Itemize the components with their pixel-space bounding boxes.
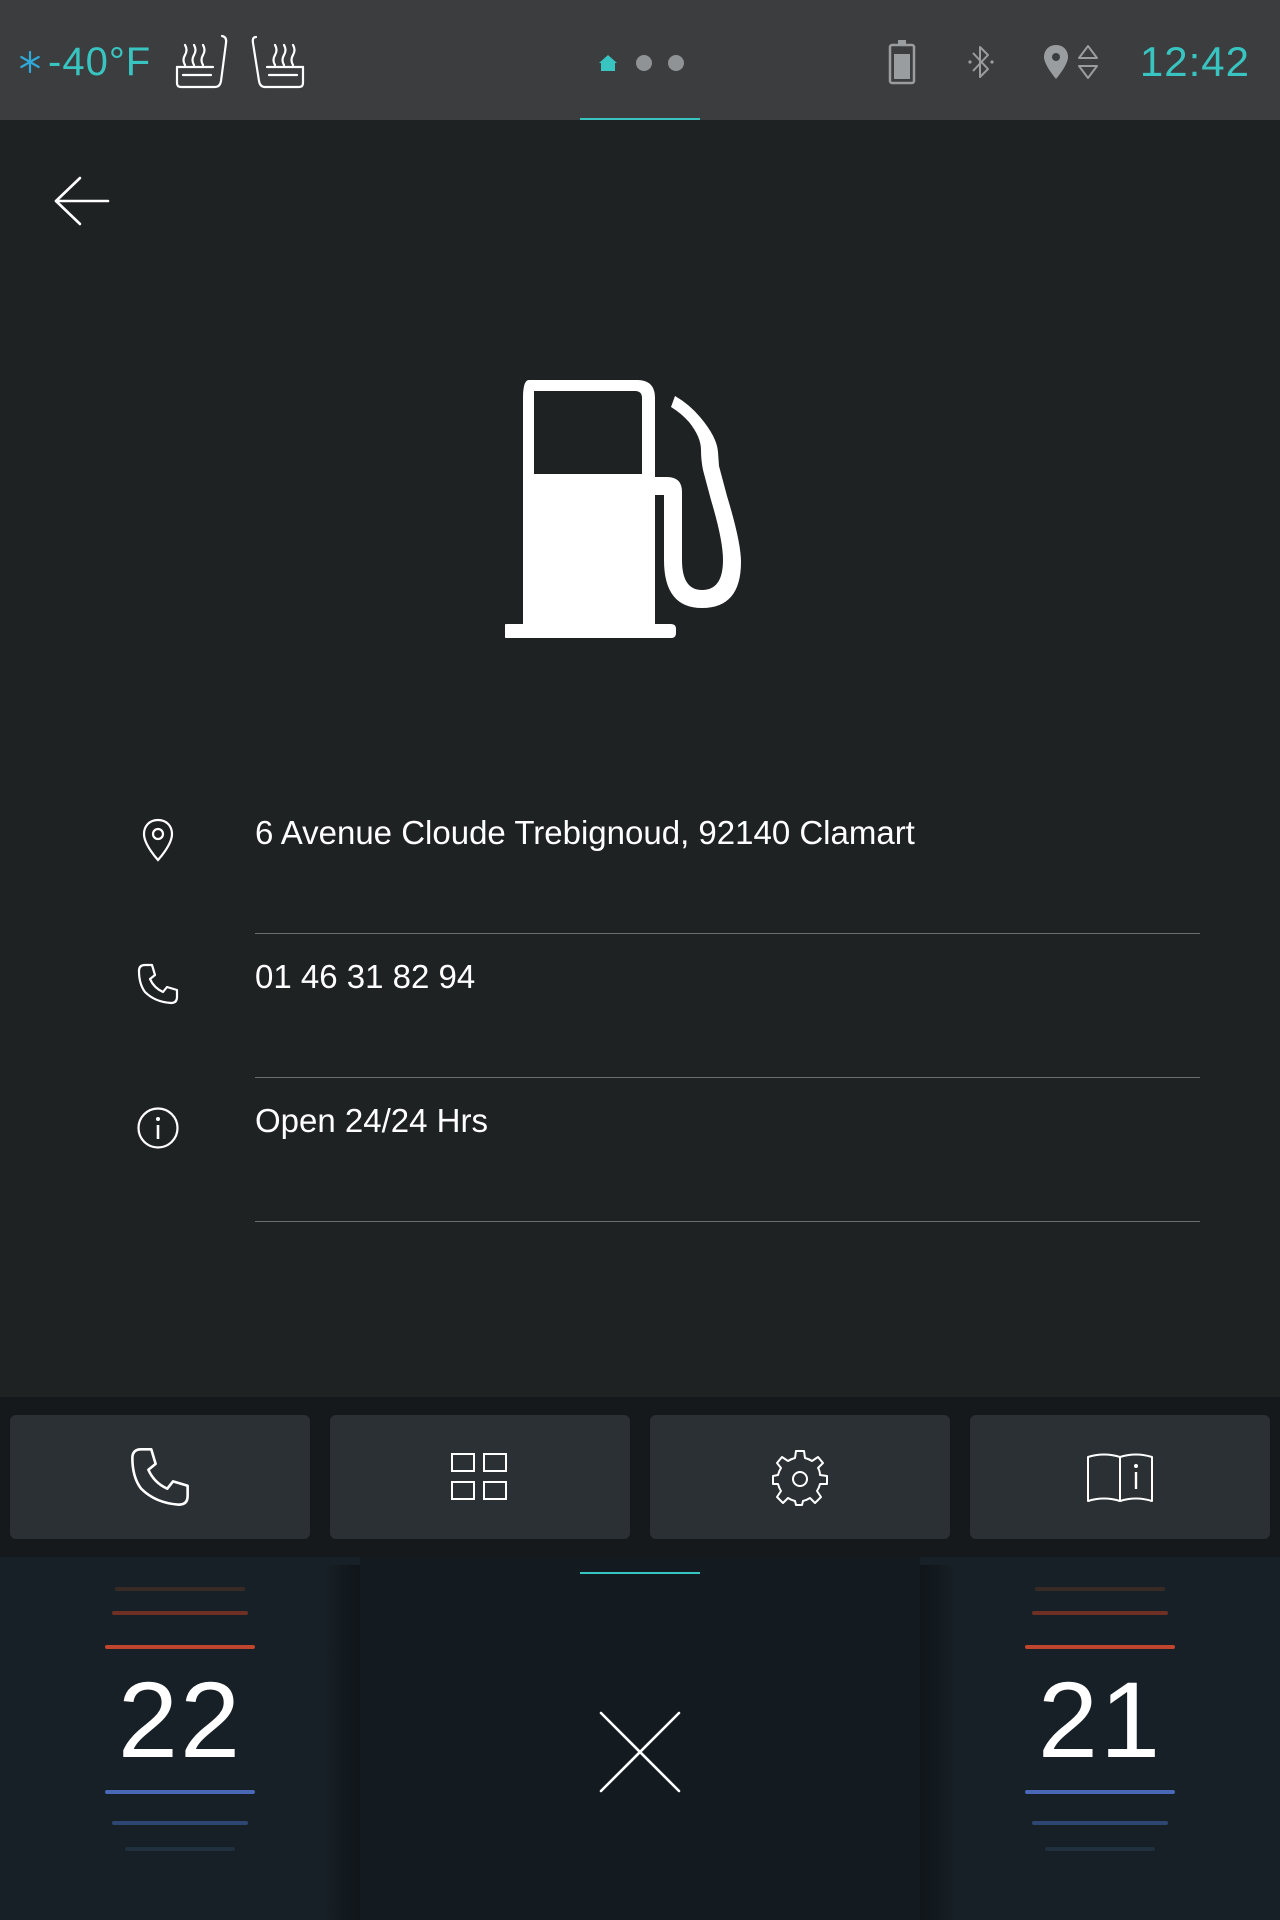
zone-shadow [324,1565,360,1920]
clock: 12:42 [1139,38,1250,85]
station-info-list: 6 Avenue Cloude Trebignoud, 92140 Clamar… [130,790,1200,1222]
heat-level-line [1025,1645,1175,1649]
climate-bar: 22 21 [0,1557,1280,1920]
settings-shortcut-button[interactable] [650,1415,950,1539]
hours-row: Open 24/24 Hrs [130,1078,1200,1222]
manual-book-icon [1087,1453,1153,1502]
climate-center [360,1557,920,1920]
back-arrow-icon [54,176,110,226]
address-row[interactable]: 6 Avenue Cloude Trebignoud, 92140 Clamar… [130,790,1200,934]
bluetooth-icon [968,46,994,78]
address-text: 6 Avenue Cloude Trebignoud, 92140 Clamar… [255,814,915,851]
left-temperature-value: 22 [117,1659,243,1780]
cool-level-line [1045,1847,1155,1851]
cool-level-line [125,1847,235,1851]
phone-icon [131,1448,189,1506]
page-indicator[interactable] [580,40,700,120]
climate-off-button[interactable] [590,1702,690,1802]
zone-shadow [920,1565,956,1920]
page-dot-3[interactable] [668,55,684,71]
phone-shortcut-button[interactable] [10,1415,310,1539]
settings-gear-icon [772,1450,828,1506]
screen: -40°F 12:42 6 Avenue Cloude Trebignoud, … [0,0,1280,1920]
page-dots [598,54,684,72]
outside-temperature-value: -40°F [48,39,152,84]
signal-arrows-icon [1077,45,1098,79]
shortcut-bar [0,1397,1280,1557]
left-temperature-control[interactable]: 22 [0,1557,360,1920]
status-left-group: -40°F [18,30,307,94]
heat-level-line [112,1611,248,1615]
apps-shortcut-button[interactable] [330,1415,630,1539]
location-pin-icon [130,812,186,868]
heated-seat-icon[interactable] [173,33,229,91]
apps-grid-icon [451,1453,507,1500]
divider [255,1221,1200,1222]
right-temperature-control[interactable]: 21 [920,1557,1280,1920]
right-temperature-value: 21 [1037,1659,1163,1780]
phone-number: 01 46 31 82 94 [255,958,476,995]
heat-level-line [105,1645,255,1649]
heat-level-line [1035,1587,1165,1591]
home-icon[interactable] [598,54,618,72]
fuel-pump-icon [505,380,741,638]
snowflake-icon [20,50,40,74]
cool-level-line [1025,1790,1175,1794]
page-dot-2[interactable] [636,55,652,71]
info-icon [130,1100,186,1156]
outside-temperature: -40°F [18,40,151,85]
climate-active-indicator [580,1572,700,1574]
phone-row[interactable]: 01 46 31 82 94 [130,934,1200,1078]
heat-level-line [115,1587,245,1591]
status-active-indicator [580,118,700,120]
cool-level-line [105,1790,255,1794]
phone-icon [130,956,186,1012]
heat-level-line [1032,1611,1168,1615]
cool-level-line [112,1821,248,1825]
cool-level-line [1032,1821,1168,1825]
close-icon [599,1711,681,1793]
status-bar: -40°F 12:42 [0,0,1280,120]
seat-ventilation-icon[interactable] [251,33,307,91]
status-right-group: 12:42 [846,30,1250,94]
opening-hours: Open 24/24 Hrs [255,1102,488,1139]
back-button[interactable] [40,165,124,237]
manual-shortcut-button[interactable] [970,1415,1270,1539]
battery-icon [888,40,916,85]
location-icon [1043,45,1068,79]
